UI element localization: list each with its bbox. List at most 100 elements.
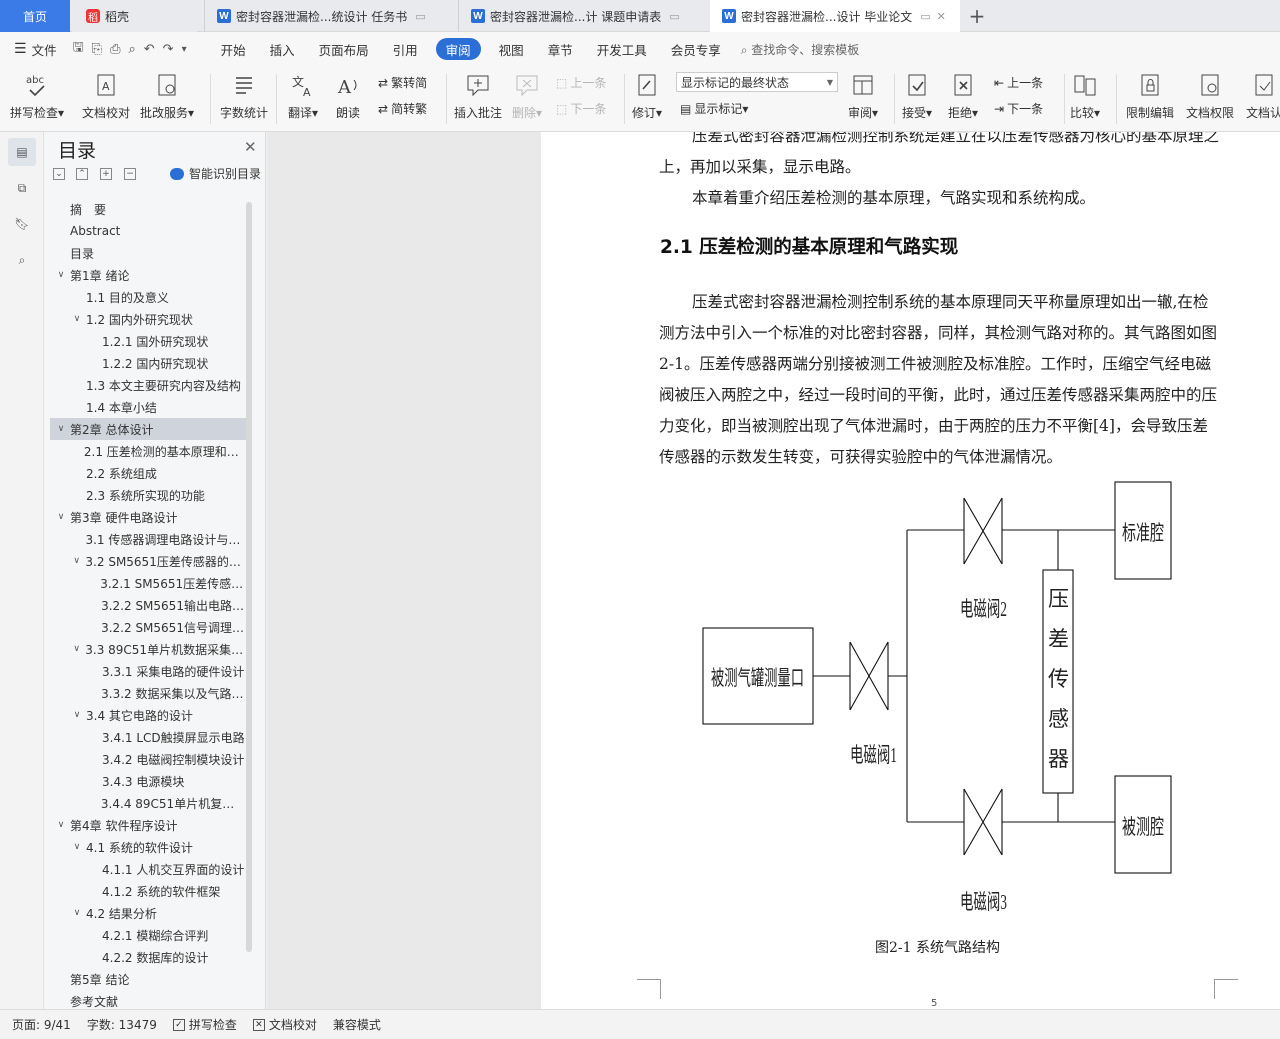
toc-item[interactable]: ∨ 3.4 其它电路的设计 xyxy=(50,704,246,726)
remove-heading-icon[interactable]: − xyxy=(124,168,136,180)
chevron-down-icon[interactable]: ∨ xyxy=(70,842,84,852)
chevron-down-icon[interactable]: ∨ xyxy=(70,710,84,720)
spell-check-button[interactable]: abc 拼写检查▾ xyxy=(10,70,64,121)
tab-docer[interactable]: 稻 稻壳 xyxy=(72,0,197,32)
menu-tab[interactable]: 引用 xyxy=(381,38,430,60)
next-comment-button[interactable]: ⬚ 下一条 xyxy=(556,100,606,117)
compare-button[interactable]: 比较▾ xyxy=(1070,70,1100,121)
toc-item[interactable]: 3.4.2 电磁阀控制模块设计 xyxy=(50,748,246,770)
tab-doc-thesis[interactable]: W 密封容器泄漏检...设计 毕业论文 ▭ ✕ xyxy=(710,0,960,32)
tab-status-icon[interactable]: ▭ xyxy=(920,10,930,23)
toc-item[interactable]: ∨ 4.1 系统的软件设计 xyxy=(50,836,246,858)
redo-icon[interactable]: ↷ xyxy=(159,42,178,57)
toc-item[interactable]: 4.2.2 数据库的设计 xyxy=(50,946,246,968)
document-canvas[interactable]: 压差式密封容器泄漏检测控制系统是建立在以压差传感器为核心的基本原理之上，再加以采… xyxy=(267,132,1280,1009)
menu-tab[interactable]: 页面布局 xyxy=(307,38,381,60)
chevron-down-icon[interactable]: ∨ xyxy=(54,512,68,522)
toc-item[interactable]: 1.1 目的及意义 xyxy=(50,286,246,308)
toc-item[interactable]: 3.2.1 SM5651压差传感器概述 xyxy=(50,572,246,594)
menu-tab[interactable]: 开发工具 xyxy=(585,38,659,60)
export-icon[interactable]: ⎘ xyxy=(88,42,106,57)
print-icon[interactable]: ⎙ xyxy=(106,42,124,57)
toc-item[interactable]: 4.2.1 模糊综合评判 xyxy=(50,924,246,946)
toc-item[interactable]: 摘 要 xyxy=(50,198,246,220)
toc-item[interactable]: ∨ 第1章 绪论 xyxy=(50,264,246,286)
tab-status-icon[interactable]: ▭ xyxy=(669,10,679,23)
revise-button[interactable]: 修订▾ xyxy=(632,70,662,121)
toc-item[interactable]: 3.3.2 数据采集以及气路控制 xyxy=(50,682,246,704)
toc-item[interactable]: 第5章 结论 xyxy=(50,968,246,990)
toc-item[interactable]: 1.4 本章小结 xyxy=(50,396,246,418)
search-icon[interactable]: ⌕ xyxy=(8,246,36,274)
markup-state-select[interactable]: 显示标记的最终状态 ▼ xyxy=(676,72,838,92)
undo-icon[interactable]: ↶ xyxy=(140,42,159,57)
toc-item[interactable]: 4.1.2 系统的软件框架 xyxy=(50,880,246,902)
delete-comment-button[interactable]: 删除▾ xyxy=(512,70,542,121)
toc-item[interactable]: 1.2.1 国外研究现状 xyxy=(50,330,246,352)
chevron-down-icon[interactable]: ∨ xyxy=(54,424,68,434)
batch-service-button[interactable]: 批改服务▾ xyxy=(140,70,194,121)
accept-button[interactable]: 接受▾ xyxy=(902,70,932,121)
toc-item[interactable]: 3.1 传感器调理电路设计与仿真 xyxy=(50,528,246,550)
next-change-button[interactable]: ⇥ 下一条 xyxy=(994,100,1043,117)
toc-item[interactable]: 参考文献 xyxy=(50,990,246,1009)
toc-item[interactable]: ∨ 4.2 结果分析 xyxy=(50,902,246,924)
smart-toc-button[interactable]: 智能识别目录 xyxy=(170,165,261,182)
file-menu[interactable]: ☰ 文件 xyxy=(0,38,69,60)
print-preview-icon[interactable]: ⌕ xyxy=(124,42,139,57)
tab-doc-task[interactable]: W 密封容器泄漏检...统设计 任务书 ▭ xyxy=(204,0,452,32)
toc-item[interactable]: ∨ 第3章 硬件电路设计 xyxy=(50,506,246,528)
doc-proof-button[interactable]: A 文档校对 xyxy=(82,70,130,121)
menu-tab[interactable]: 章节 xyxy=(536,38,585,60)
menu-tab[interactable]: 会员专享 xyxy=(659,38,733,60)
toc-item[interactable]: 2.1 压差检测的基本原理和气路实现 xyxy=(50,440,246,462)
close-icon[interactable]: ✕ xyxy=(937,10,946,23)
chevron-down-icon[interactable]: ∨ xyxy=(70,556,83,566)
tab-doc-application[interactable]: W 密封容器泄漏检...计 课题申请表 ▭ xyxy=(458,0,706,32)
toc-item[interactable]: 3.4.4 89C51单片机复位电路 xyxy=(50,792,246,814)
add-heading-icon[interactable]: + xyxy=(100,168,112,180)
new-tab-button[interactable]: + xyxy=(962,0,992,32)
toc-item[interactable]: 3.4.3 电源模块 xyxy=(50,770,246,792)
toc-item[interactable]: ∨ 第2章 总体设计 xyxy=(50,418,246,440)
menu-tab[interactable]: 审阅 xyxy=(435,38,481,60)
chevron-down-icon[interactable]: ∨ xyxy=(54,820,68,830)
toc-item[interactable]: 2.2 系统组成 xyxy=(50,462,246,484)
collapse-all-icon[interactable]: ⌄ xyxy=(53,168,65,180)
toc-scrollbar[interactable] xyxy=(246,202,252,952)
review-pane-button[interactable]: 审阅▾ xyxy=(848,70,878,121)
toc-item[interactable]: 3.4.1 LCD触摸屏显示电路 xyxy=(50,726,246,748)
save-icon[interactable]: 🖫 xyxy=(69,38,88,60)
prev-change-button[interactable]: ⇤ 上一条 xyxy=(994,74,1043,91)
toc-item[interactable]: ∨ 1.2 国内外研究现状 xyxy=(50,308,246,330)
toc-item[interactable]: ∨ 3.2 SM5651压差传感器的特性 xyxy=(50,550,246,572)
to-simplified-button[interactable]: ⇄ 简转繁 xyxy=(378,100,427,117)
bookmark-icon[interactable]: 🔖︎ xyxy=(8,210,36,238)
chevron-down-icon[interactable]: ∨ xyxy=(70,908,84,918)
toc-item[interactable]: 3.2.2 SM5651信号调理电路 xyxy=(50,616,246,638)
doc-permission-button[interactable]: 文档权限 xyxy=(1186,70,1234,121)
page-indicator[interactable]: 页面: 9/41 xyxy=(12,1016,71,1033)
command-search[interactable]: ⌕ 查找命令、搜索模板 xyxy=(741,41,860,58)
chevron-down-icon[interactable]: ▾ xyxy=(178,44,191,55)
toc-item[interactable]: 1.3 本文主要研究内容及结构 xyxy=(50,374,246,396)
menu-tab[interactable]: 视图 xyxy=(487,38,536,60)
restrict-edit-button[interactable]: 限制编辑 xyxy=(1126,70,1174,121)
show-markup-button[interactable]: ▤ 显示标记 ▾ xyxy=(680,100,748,117)
close-icon[interactable]: ✕ xyxy=(244,138,257,156)
toc-item[interactable]: 1.2.2 国内研究现状 xyxy=(50,352,246,374)
toc-item[interactable]: 4.1.1 人机交互界面的设计 xyxy=(50,858,246,880)
doc-cert-button[interactable]: 文档认 xyxy=(1246,70,1280,121)
chevron-down-icon[interactable]: ∨ xyxy=(54,270,68,280)
tab-status-icon[interactable]: ▭ xyxy=(415,10,425,23)
toc-panel-icon[interactable]: ▤ xyxy=(8,138,36,166)
toc-item[interactable]: Abstract xyxy=(50,220,246,242)
read-aloud-button[interactable]: A 朗读 xyxy=(334,70,362,121)
expand-up-icon[interactable]: ⌃ xyxy=(76,168,88,180)
chevron-down-icon[interactable]: ∨ xyxy=(70,644,83,654)
tab-home[interactable]: 首页 xyxy=(0,0,70,32)
section-nav-icon[interactable]: ⧉ xyxy=(8,174,36,202)
toc-item[interactable]: 3.3.1 采集电路的硬件设计 xyxy=(50,660,246,682)
chevron-down-icon[interactable]: ∨ xyxy=(70,314,84,324)
toc-item[interactable]: 目录 xyxy=(50,242,246,264)
